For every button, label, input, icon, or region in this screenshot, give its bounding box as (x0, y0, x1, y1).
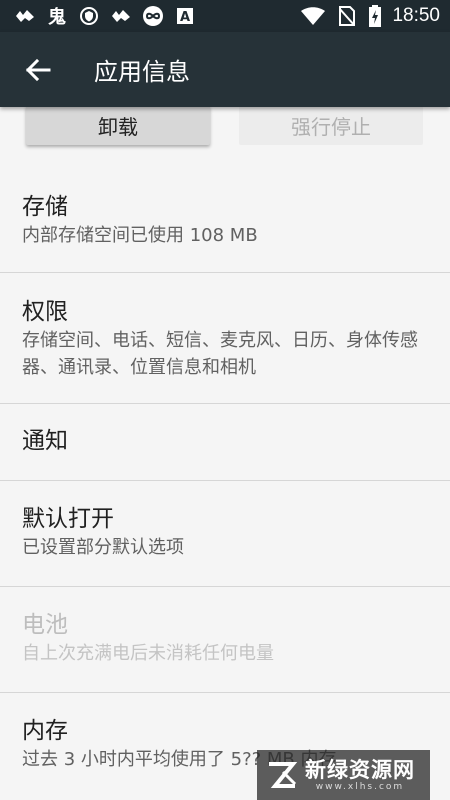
shield-app-icon (78, 6, 100, 26)
notification-app-icon (14, 6, 36, 26)
watermark: 新绿资源网 www.xlhs.com (257, 750, 430, 800)
watermark-text-block: 新绿资源网 www.xlhs.com (305, 758, 415, 792)
arrow-back-icon (25, 58, 51, 81)
back-button[interactable] (12, 44, 64, 96)
font-app-icon: A (174, 6, 196, 26)
item-subtitle: 内部存储空间已使用 108 MB (22, 225, 258, 246)
page-title: 应用信息 (94, 58, 190, 86)
item-title: 存储 (22, 194, 68, 220)
battery-charging-icon (368, 5, 382, 27)
item-title: 内存 (22, 718, 68, 744)
app-info-list[interactable]: 卸载 强行停止 存储 内部存储空间已使用 108 MB 权限 存储空间、电话、短… (0, 107, 450, 800)
clock: 18:50 (392, 5, 440, 26)
item-title: 默认打开 (22, 506, 114, 532)
permissions-item[interactable]: 权限 存储空间、电话、短信、麦克风、日历、身体传感器、通讯录、位置信息和相机 (0, 273, 450, 404)
item-subtitle: 已设置部分默认选项 (22, 537, 184, 558)
wifi-icon (300, 6, 326, 26)
ghost-app-icon: 鬼 (46, 6, 68, 26)
svg-text:鬼: 鬼 (48, 6, 66, 26)
infinity-app-icon (142, 6, 164, 26)
item-subtitle: 存储空间、电话、短信、麦克风、日历、身体传感器、通讯录、位置信息和相机 (22, 330, 418, 378)
item-title: 权限 (22, 299, 68, 325)
no-sim-icon (336, 6, 358, 26)
notifications-item[interactable]: 通知 (0, 404, 450, 481)
item-title: 通知 (22, 428, 68, 454)
uninstall-button[interactable]: 卸载 (26, 107, 210, 145)
force-stop-button[interactable]: 强行停止 (239, 107, 423, 145)
watermark-title: 新绿资源网 (305, 758, 415, 782)
notification-app-icon (110, 6, 132, 26)
app-bar: 应用信息 (0, 32, 450, 107)
system-icons: 18:50 (300, 5, 440, 27)
watermark-url: www.xlhs.com (315, 782, 405, 792)
item-subtitle: 自上次充满电后未消耗任何电量 (22, 643, 274, 664)
action-buttons: 卸载 强行停止 (0, 107, 450, 163)
watermark-logo-icon (269, 762, 298, 788)
storage-item[interactable]: 存储 内部存储空间已使用 108 MB (0, 167, 450, 273)
notification-icons: 鬼 A (14, 6, 300, 26)
item-title: 电池 (22, 612, 68, 638)
svg-text:A: A (180, 10, 190, 25)
open-by-default-item[interactable]: 默认打开 已设置部分默认选项 (0, 481, 450, 587)
status-bar: 鬼 A 18:50 (0, 0, 450, 32)
battery-item: 电池 自上次充满电后未消耗任何电量 (0, 587, 450, 693)
